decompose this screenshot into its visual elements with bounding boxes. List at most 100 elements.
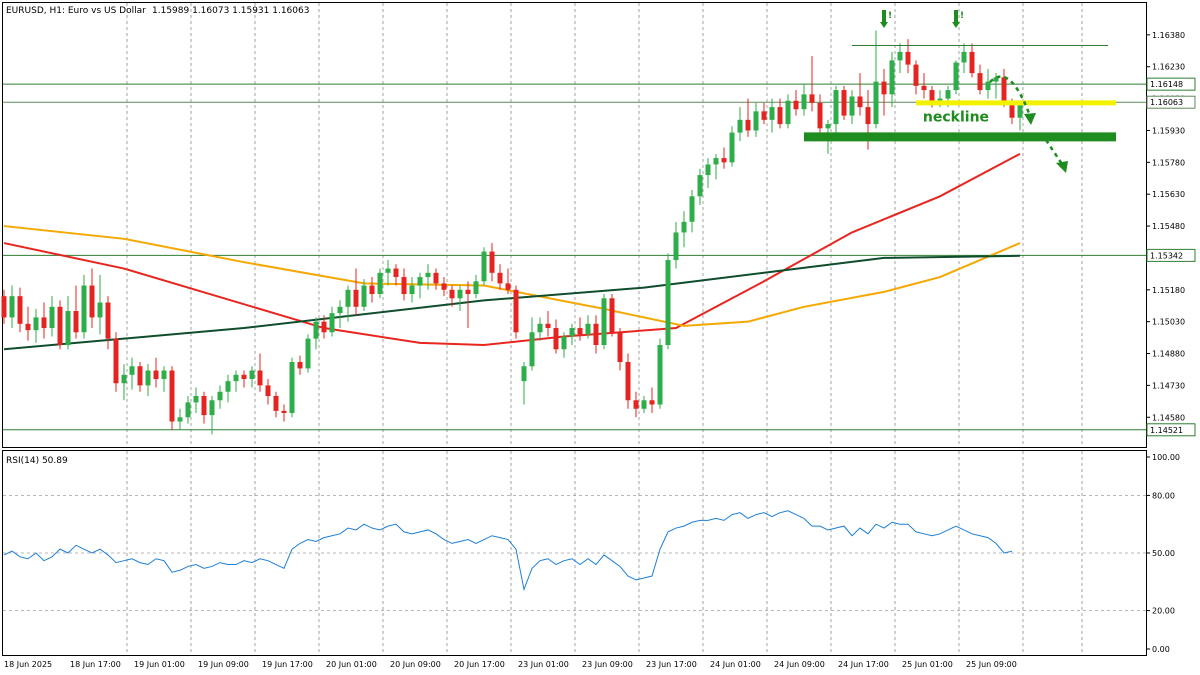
price-tick-label: 1.15780: [1152, 158, 1185, 167]
candle-body: [681, 221, 687, 233]
x-tick-label: 23 Jun 01:00: [518, 660, 569, 669]
candle-body: [713, 158, 719, 165]
candle-body: [617, 332, 623, 363]
candle-body: [537, 323, 543, 333]
x-tick-label: 20 Jun 01:00: [326, 660, 377, 669]
candle-body: [9, 296, 15, 318]
candle-body: [361, 285, 367, 307]
candle-body: [585, 323, 591, 335]
candle-body: [689, 196, 695, 222]
candle-body: [329, 313, 335, 333]
candle-body: [321, 321, 327, 333]
candle: [665, 253, 671, 350]
x-tick-label: 24 Jun 17:00: [838, 660, 889, 669]
candle-body: [377, 272, 383, 295]
candle-body: [833, 90, 839, 125]
candle-body: [57, 306, 63, 346]
candle-body: [297, 362, 303, 369]
candle-body: [233, 374, 239, 382]
candle-body: [281, 410, 287, 414]
candle-body: [593, 323, 599, 346]
candle: [57, 300, 63, 350]
price-level-label: 1.16148: [1150, 80, 1183, 89]
candle-body: [633, 400, 639, 409]
candle-body: [393, 268, 399, 278]
rsi-tick-label: 0.00: [1152, 645, 1170, 654]
x-tick-label: 25 Jun 09:00: [966, 660, 1017, 669]
candle-body: [209, 400, 215, 416]
candle-body: [825, 124, 831, 129]
candle-body: [273, 396, 279, 411]
price-tick-label: 1.14580: [1152, 413, 1185, 422]
chart-header-ohlc: 1.15989 1.16073 1.15931 1.16063: [152, 6, 309, 16]
candle-body: [609, 298, 615, 333]
rsi-label: RSI(14) 50.89: [6, 456, 68, 466]
x-tick-label: 19 Jun 01:00: [134, 660, 185, 669]
candle-body: [921, 85, 927, 91]
price-tick-label: 1.15030: [1152, 318, 1185, 327]
annotations: neckline: [919, 107, 993, 126]
candle-body: [665, 260, 671, 346]
candle: [113, 332, 119, 392]
rsi-tick-label: 80.00: [1152, 491, 1175, 500]
candle-body: [353, 289, 359, 307]
candle-body: [17, 296, 23, 324]
candle-body: [753, 111, 759, 131]
candle-body: [841, 90, 847, 116]
signal-marker-bar: [954, 9, 958, 22]
candle-body: [513, 289, 519, 333]
price-tick-label: 1.16230: [1152, 63, 1185, 72]
candle-body: [441, 283, 447, 290]
signal-marker-symbol: !: [888, 11, 892, 21]
candle-body: [337, 306, 343, 314]
candle-body: [729, 132, 735, 163]
x-tick-label: 19 Jun 17:00: [262, 660, 313, 669]
candle-body: [873, 81, 879, 125]
annotation-label: neckline: [923, 109, 989, 125]
candle-body: [249, 370, 255, 380]
candle-body: [625, 362, 631, 401]
candle-body: [225, 381, 231, 392]
candle-body: [889, 60, 895, 95]
x-tick-label: 24 Jun 09:00: [774, 660, 825, 669]
candle-body: [129, 366, 135, 375]
candle-body: [137, 366, 143, 386]
rsi-axis: 100.00 80.00 50.00 20.00 0.00: [1146, 453, 1180, 654]
candle: [377, 268, 383, 299]
candle-body: [945, 90, 951, 99]
candle-body: [113, 338, 119, 384]
candle: [953, 60, 959, 95]
candle-body: [801, 94, 807, 110]
candle-body: [169, 370, 175, 422]
chart-header-symbol: EURUSD, H1: Euro vs US Dollar: [6, 6, 146, 16]
candle-body: [809, 94, 815, 103]
candle-body: [417, 277, 423, 286]
candle-body: [905, 51, 911, 65]
candle-body: [257, 370, 263, 386]
x-tick-label: 24 Jun 01:00: [710, 660, 761, 669]
candle-body: [289, 362, 295, 414]
candle-body: [161, 370, 167, 380]
rsi-tick-label: 100.00: [1152, 453, 1180, 462]
candle-body: [1, 296, 7, 318]
candle-body: [433, 272, 439, 284]
candle-body: [865, 107, 871, 125]
candle-body: [977, 73, 983, 91]
price-tick-label: 1.15180: [1152, 286, 1185, 295]
candle-body: [649, 400, 655, 405]
candle-body: [641, 400, 647, 409]
candle-body: [881, 81, 887, 95]
candle-body: [449, 289, 455, 299]
candle: [305, 334, 311, 373]
candle-body: [545, 323, 551, 329]
price-level-label: 1.14521: [1150, 426, 1183, 435]
signal-marker-symbol: !: [960, 11, 964, 21]
candle-body: [505, 283, 511, 290]
x-tick-label: 18 Jun 17:00: [70, 660, 121, 669]
candle-body: [81, 285, 87, 333]
candle-body: [305, 338, 311, 369]
candle-body: [409, 285, 415, 295]
candle-body: [425, 272, 431, 278]
candle-body: [33, 317, 39, 331]
chart-canvas: !! neckline 1.163801.162301.160801.15930…: [1, 2, 1196, 669]
